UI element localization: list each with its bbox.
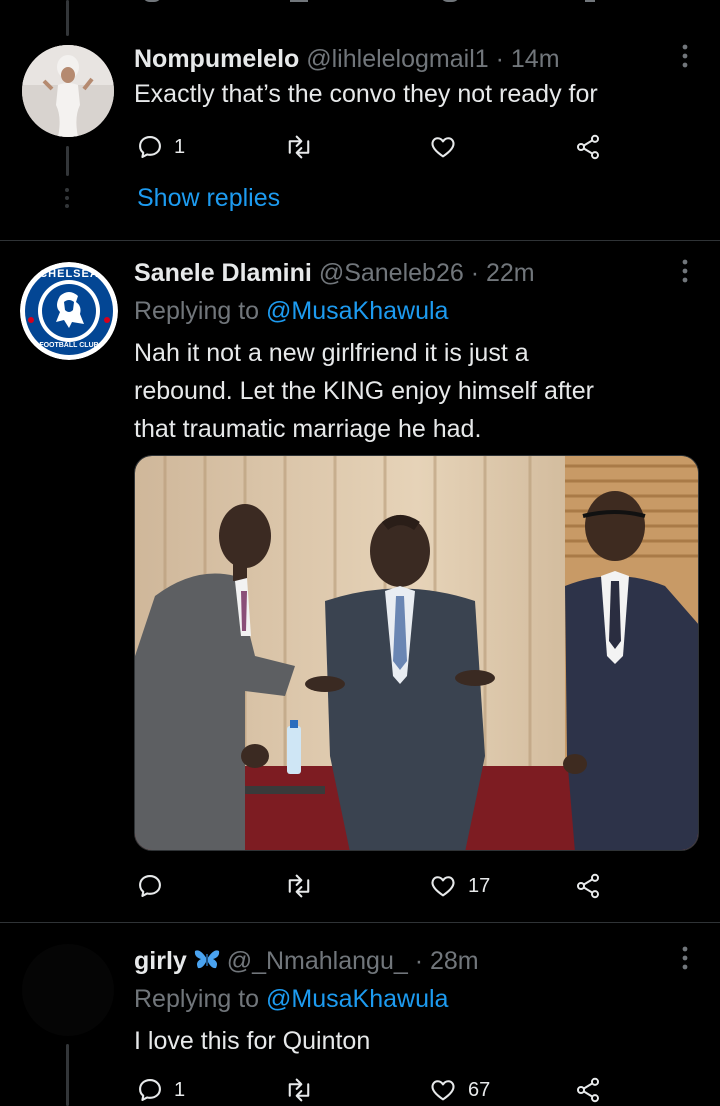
divider: [0, 922, 720, 923]
replying-to-link[interactable]: @MusaKhawula: [266, 985, 448, 1013]
more-icon[interactable]: [680, 44, 690, 68]
timestamp[interactable]: 14m: [511, 45, 560, 73]
like-button[interactable]: [428, 133, 468, 161]
show-replies-link[interactable]: Show replies: [137, 183, 280, 213]
like-count: 67: [468, 1078, 491, 1101]
replying-to-link[interactable]: @MusaKhawula: [266, 297, 448, 325]
tweet-text: Nah it not a new girlfriend it is just a…: [134, 334, 594, 448]
share-icon: [576, 134, 600, 160]
thread-line: [66, 146, 69, 176]
share-icon: [576, 873, 600, 899]
previous-tweet-actions-partial: [0, 0, 720, 8]
tweet-text: I love this for Quinton: [134, 1027, 371, 1055]
divider: [0, 240, 720, 241]
share-icon: [576, 1077, 600, 1103]
replying-prefix: Replying to: [134, 297, 260, 325]
replying-to: Replying to @MusaKhawula: [134, 984, 448, 1014]
timestamp[interactable]: 28m: [430, 947, 479, 975]
retweet-icon: [288, 1078, 310, 1102]
thread-dots: [65, 188, 69, 208]
more-icon[interactable]: [680, 946, 690, 970]
share-button[interactable]: [574, 872, 602, 900]
retweet-button[interactable]: [284, 872, 324, 900]
reply-button[interactable]: 1: [136, 133, 185, 161]
like-icon: [431, 137, 455, 158]
display-name[interactable]: girly: [134, 947, 187, 975]
tweet-header: Sanele Dlamini @Saneleb26 · 22m: [134, 258, 535, 288]
handle[interactable]: @_Nmahlangu_: [227, 947, 408, 975]
separator: ·: [414, 947, 424, 975]
butterfly-emoji-icon: [194, 947, 220, 977]
retweet-button[interactable]: [284, 133, 324, 161]
like-button[interactable]: 67: [428, 1076, 490, 1104]
replying-to: Replying to @MusaKhawula: [134, 296, 448, 326]
tweet-text-line: that traumatic marriage he had.: [134, 415, 482, 443]
display-name[interactable]: Sanele Dlamini: [134, 259, 312, 287]
thread-line: [66, 1044, 69, 1106]
reply-button[interactable]: [136, 872, 174, 900]
avatar[interactable]: CHELSEA FOOTBALL CLUB: [20, 262, 118, 360]
separator: ·: [495, 45, 504, 73]
retweet-icon: [288, 135, 310, 159]
tweet-text-line: Nah it not a new girlfriend it is just a: [134, 339, 529, 367]
like-button[interactable]: 17: [428, 872, 490, 900]
share-button[interactable]: [574, 1076, 602, 1104]
like-icon: [431, 876, 455, 897]
share-button[interactable]: [574, 133, 602, 161]
reply-icon: [139, 136, 161, 158]
separator: ·: [470, 259, 480, 287]
display-name[interactable]: Nompumelelo: [134, 45, 299, 73]
tweet-photo[interactable]: [134, 455, 699, 851]
reply-count: 1: [174, 135, 186, 158]
reply-button[interactable]: 1: [136, 1076, 185, 1104]
more-icon[interactable]: [680, 259, 690, 283]
reply-count: 1: [174, 1078, 186, 1101]
tweet-text: Exactly that’s the convo they not ready …: [134, 80, 598, 108]
badge-top-text: CHELSEA: [39, 268, 99, 280]
timestamp[interactable]: 22m: [486, 259, 535, 287]
thread-line: [66, 0, 69, 36]
like-icon: [431, 1080, 455, 1101]
badge-bottom-text: FOOTBALL CLUB: [39, 342, 99, 349]
avatar[interactable]: [22, 45, 114, 137]
tweet-header: Nompumelelo @lihlelelogmail1 · 14m: [134, 44, 560, 74]
like-count: 17: [468, 874, 491, 897]
reply-icon: [139, 875, 161, 897]
reply-icon: [139, 1079, 161, 1101]
retweet-icon: [288, 874, 310, 898]
retweet-button[interactable]: [284, 1076, 324, 1104]
handle[interactable]: @Saneleb26: [319, 259, 464, 287]
tweet-header: girly @_Nmahlangu_ · 28m: [134, 946, 479, 977]
avatar[interactable]: [22, 944, 114, 1036]
tweet-text-line: rebound. Let the KING enjoy himself afte…: [134, 377, 594, 405]
handle[interactable]: @lihlelelogmail1: [306, 45, 488, 73]
replying-prefix: Replying to: [134, 985, 260, 1013]
